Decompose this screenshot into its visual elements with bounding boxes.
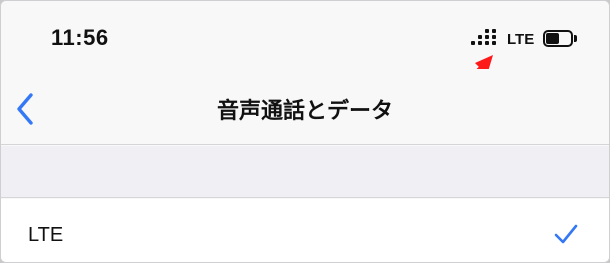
network-type-label: LTE xyxy=(507,31,535,48)
list-item-lte[interactable]: LTE xyxy=(1,199,609,262)
navigation-bar: 音声通話とデータ xyxy=(1,69,609,145)
battery-icon xyxy=(543,30,577,47)
section-spacer xyxy=(1,146,609,198)
status-bar: 11:56 LTE xyxy=(1,1,609,69)
battery-fill xyxy=(546,33,559,44)
cellular-signal-icon xyxy=(471,29,501,49)
phone-screen: 11:56 LTE 音声通話とデータ LTE xyxy=(0,0,610,263)
list-item-label: LTE xyxy=(28,224,64,246)
checkmark-icon xyxy=(554,224,578,244)
status-time: 11:56 xyxy=(51,25,109,50)
page-title: 音声通話とデータ xyxy=(216,98,393,123)
